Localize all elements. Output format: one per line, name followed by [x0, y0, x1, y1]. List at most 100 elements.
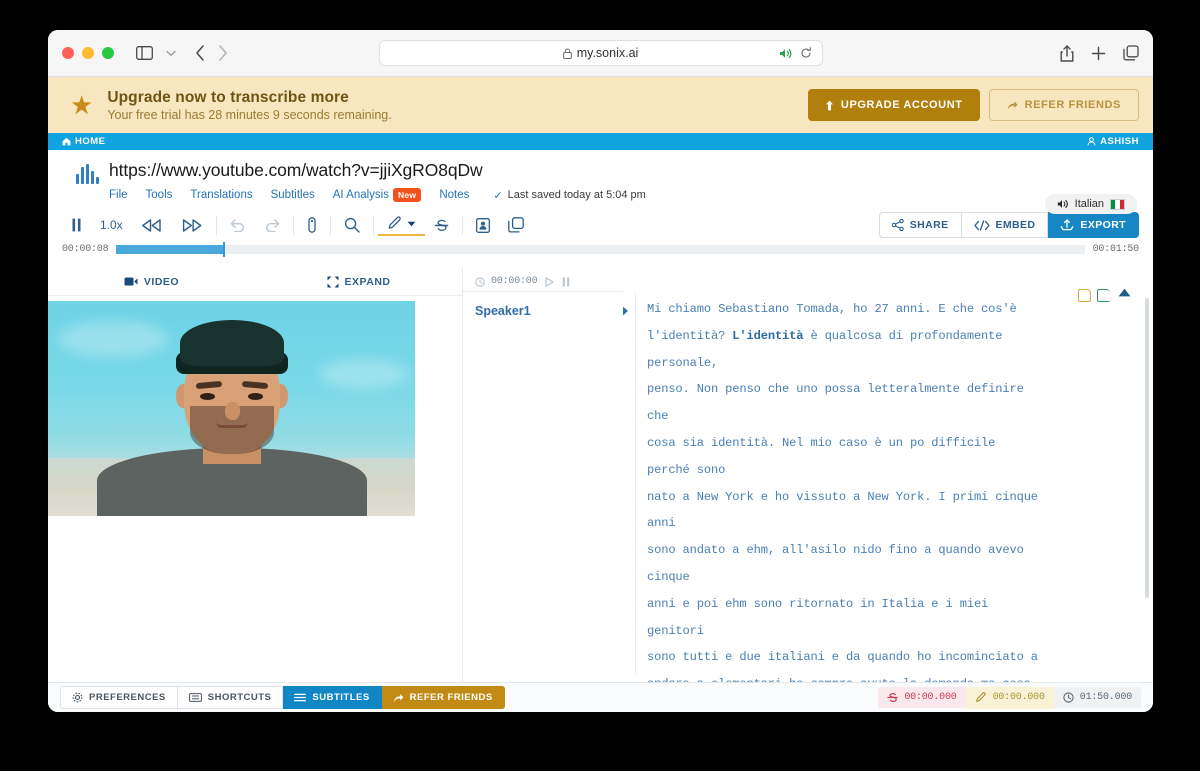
url-text: my.sonix.ai	[576, 46, 639, 60]
toolbar-divider	[215, 215, 217, 235]
banner-title: Upgrade now to transcribe more	[107, 88, 349, 106]
transcript-paragraph-controls: 00:00:00	[463, 268, 623, 292]
minimize-window-button[interactable]	[82, 47, 94, 59]
share-icon[interactable]	[1060, 44, 1074, 62]
pause-icon[interactable]	[562, 277, 570, 287]
reload-icon[interactable]	[800, 47, 812, 59]
tab-video[interactable]: VIDEO	[48, 276, 255, 288]
browser-window: my.sonix.ai ★ Upgrade now to transcribe …	[48, 30, 1153, 712]
upgrade-account-button[interactable]: UPGRADE ACCOUNT	[807, 89, 980, 121]
embed-label: EMBED	[995, 219, 1036, 231]
transcript-text[interactable]: Mi chiamo Sebastiano Tomada, ho 27 anni.…	[647, 296, 1043, 712]
italy-flag-icon	[1110, 198, 1125, 210]
speaker-icon[interactable]	[779, 48, 793, 59]
forward-button[interactable]	[218, 45, 228, 61]
clock-icon	[1063, 692, 1074, 703]
video-thumbnail[interactable]	[48, 301, 415, 516]
address-bar[interactable]: my.sonix.ai	[378, 40, 823, 66]
tab-expand[interactable]: EXPAND	[255, 276, 462, 288]
menu-ai-analysis-label: AI Analysis	[332, 189, 389, 201]
home-bar: HOME ASHISH	[48, 133, 1153, 150]
note-icon[interactable]	[1078, 289, 1091, 302]
speaker-card-icon[interactable]	[467, 214, 499, 236]
duration-timestamp-value: 01:50.000	[1079, 692, 1132, 703]
menu-tools[interactable]: Tools	[146, 189, 173, 201]
rewind-button[interactable]	[132, 214, 172, 236]
speaker-icon	[1057, 199, 1069, 209]
close-window-button[interactable]	[62, 47, 74, 59]
progress-playhead[interactable]	[222, 242, 225, 257]
new-badge: New	[392, 188, 422, 202]
share-button[interactable]: SHARE	[878, 212, 962, 238]
undo-button[interactable]	[221, 214, 255, 236]
subtitles-icon	[294, 693, 307, 702]
home-link[interactable]: HOME	[62, 136, 106, 147]
menu-ai-analysis[interactable]: AI Analysis New	[333, 188, 422, 202]
video-player[interactable]	[48, 301, 462, 516]
bottom-refer-friends-button[interactable]: REFER FRIENDS	[381, 686, 505, 709]
redo-button[interactable]	[255, 214, 289, 236]
search-icon[interactable]	[335, 214, 369, 236]
speaker-label-button[interactable]: Speaker1	[475, 304, 635, 318]
home-label: HOME	[75, 136, 106, 147]
clip-icon[interactable]	[298, 214, 326, 236]
share-label: SHARE	[909, 219, 949, 231]
plus-icon[interactable]	[1091, 46, 1106, 61]
shortcuts-button[interactable]: SHORTCUTS	[177, 686, 284, 709]
transcript-scrollbar[interactable]	[1145, 298, 1149, 598]
lock-icon	[562, 48, 572, 59]
play-icon[interactable]	[545, 276, 555, 287]
banner-subtitle: Your free trial has 28 minutes 9 seconds…	[107, 107, 392, 122]
strikethrough-timestamp-value: 00:00.000	[904, 692, 957, 703]
sidebar-icon[interactable]	[136, 46, 153, 60]
highlight-timestamp-value: 00:00.000	[992, 692, 1045, 703]
language-pill[interactable]: Italian	[1044, 194, 1137, 214]
highlighter-button[interactable]	[377, 214, 425, 236]
back-button[interactable]	[195, 45, 205, 61]
progress-track[interactable]	[116, 242, 1085, 257]
current-time: 00:00:08	[62, 244, 109, 255]
expand-icon	[327, 276, 339, 288]
strikethrough-button[interactable]	[425, 214, 458, 236]
maximize-window-button[interactable]	[102, 47, 114, 59]
user-label: ASHISH	[1100, 136, 1139, 147]
preferences-button[interactable]: PREFERENCES	[60, 686, 178, 709]
bottom-refer-friends-label: REFER FRIENDS	[409, 692, 493, 703]
menu-notes[interactable]: Notes	[439, 189, 469, 201]
speaker-name: Speaker1	[475, 304, 531, 318]
gear-icon	[72, 692, 83, 703]
waveform-icon	[76, 164, 99, 184]
menu-translations[interactable]: Translations	[190, 189, 252, 201]
toolbar-divider	[292, 215, 294, 235]
tabs-icon[interactable]	[1123, 45, 1139, 61]
chevron-down-icon[interactable]	[166, 50, 176, 57]
last-saved-status: ✓ Last saved today at 5:04 pm	[493, 189, 645, 202]
keyboard-icon	[188, 693, 202, 702]
export-button[interactable]: EXPORT	[1048, 212, 1139, 238]
share-nodes-icon	[891, 219, 904, 231]
highlight-timestamp[interactable]: 00:00.000	[965, 686, 1054, 709]
embed-button[interactable]: EMBED	[961, 212, 1049, 238]
subtitles-button[interactable]: SUBTITLES	[283, 686, 382, 709]
triangle-up-icon[interactable]	[1118, 288, 1131, 297]
menu-subtitles[interactable]: Subtitles	[271, 189, 315, 201]
toolbar-divider	[461, 215, 463, 235]
fast-forward-button[interactable]	[172, 214, 212, 236]
timestamp-group: 00:00.000 00:00.000 01:50.000	[878, 686, 1141, 709]
menu-file[interactable]: File	[109, 189, 128, 201]
export-icon	[1060, 219, 1074, 231]
star-icon: ★	[70, 90, 94, 120]
duplicate-icon[interactable]	[499, 214, 533, 236]
strikethrough-timestamp[interactable]: 00:00.000	[878, 687, 966, 708]
bottom-bar-buttons: PREFERENCES SHORTCUTS SUBTITLES REFER FR…	[60, 686, 505, 709]
toolbar-divider	[372, 215, 374, 235]
playback-speed-button[interactable]: 1.0x	[91, 214, 132, 236]
bracket-icon[interactable]	[1097, 289, 1110, 302]
user-menu[interactable]: ASHISH	[1087, 136, 1139, 147]
caret-right-icon[interactable]	[622, 306, 635, 316]
share-arrow-icon	[393, 693, 404, 703]
caret-down-icon	[407, 221, 416, 227]
pause-button[interactable]	[62, 214, 91, 236]
duration-timestamp[interactable]: 01:50.000	[1053, 687, 1141, 708]
refer-friends-button[interactable]: REFER FRIENDS	[988, 89, 1139, 121]
